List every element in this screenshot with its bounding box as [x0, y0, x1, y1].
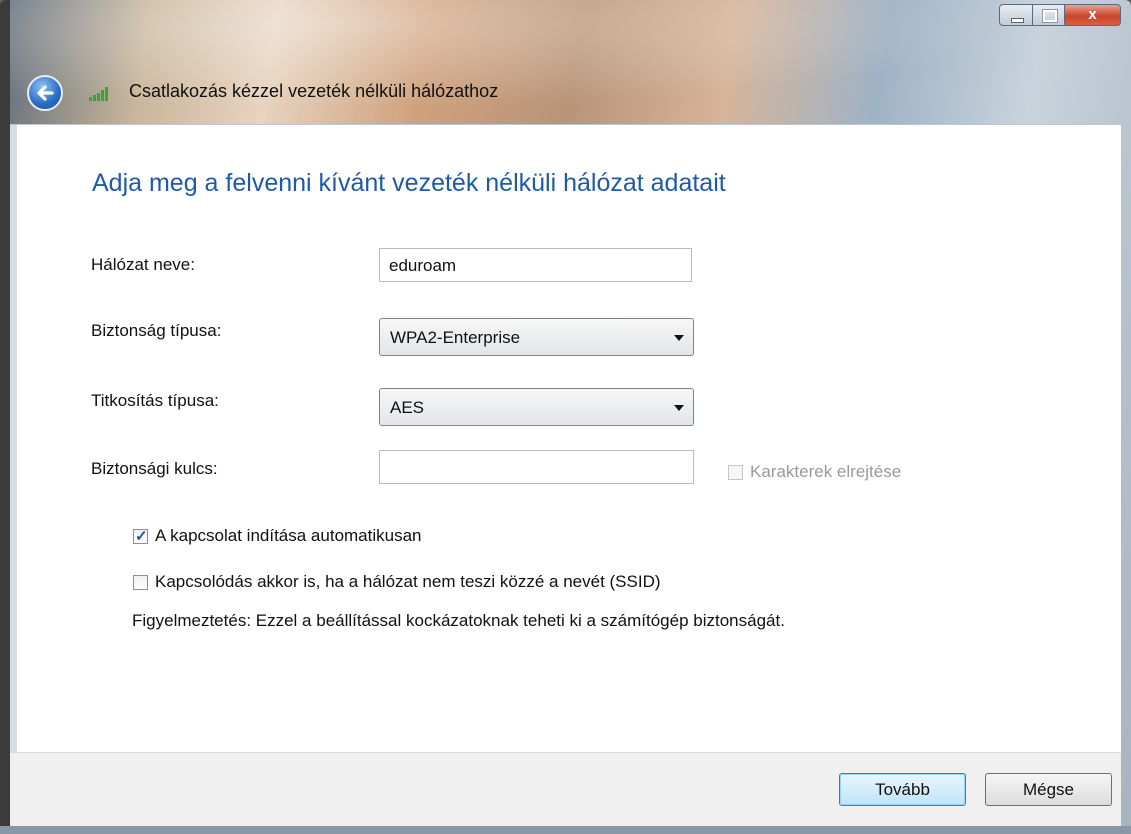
maximize-icon	[1042, 9, 1058, 23]
close-button[interactable]: x	[1065, 4, 1121, 26]
dialog-window: x Csatlakozás kézzel vezeték nélküli hál…	[0, 0, 1131, 834]
dialog-content: Adja meg a felvenni kívánt vezeték nélkü…	[10, 124, 1121, 753]
hide-characters-checkbox[interactable]	[728, 464, 743, 480]
hidden-ssid-label: Kapcsolódás akkor is, ha a hálózat nem t…	[155, 572, 661, 591]
hidden-ssid-option[interactable]: Kapcsolódás akkor is, ha a hálózat nem t…	[133, 572, 661, 592]
network-name-label: Hálózat neve:	[91, 255, 195, 274]
encryption-type-value: AES	[390, 398, 425, 417]
auto-start-checkbox[interactable]: ✓	[133, 527, 148, 545]
next-button[interactable]: Tovább	[839, 773, 966, 806]
wireless-signal-icon	[89, 87, 108, 101]
security-key-input[interactable]	[379, 450, 694, 484]
minimize-button[interactable]	[999, 4, 1033, 26]
back-arrow-icon	[37, 85, 54, 101]
back-button[interactable]	[27, 75, 63, 111]
warning-text: Figyelmeztetés: Ezzel a beállítással koc…	[132, 611, 785, 630]
hide-characters-label: Karakterek elrejtése	[750, 462, 902, 481]
security-type-dropdown[interactable]: WPA2-Enterprise	[379, 318, 694, 356]
hide-characters-option[interactable]: Karakterek elrejtése	[728, 462, 901, 482]
encryption-type-dropdown[interactable]: AES	[379, 388, 694, 426]
left-edge-bar	[10, 125, 17, 753]
encryption-type-label: Titkosítás típusa:	[91, 391, 219, 410]
window-controls: x	[999, 4, 1121, 26]
dialog-footer: Tovább Mégse	[10, 752, 1121, 834]
network-name-input[interactable]: eduroam	[379, 248, 692, 282]
maximize-button[interactable]	[1033, 4, 1065, 26]
auto-start-label: A kapcsolat indítása automatikusan	[155, 526, 422, 545]
dropdown-arrow-icon	[674, 335, 684, 341]
security-type-value: WPA2-Enterprise	[390, 328, 521, 347]
page-heading: Adja meg a felvenni kívánt vezeték nélkü…	[92, 169, 726, 197]
cancel-button[interactable]: Mégse	[985, 773, 1112, 806]
checkmark-icon: ✓	[135, 527, 148, 545]
window-title: Csatlakozás kézzel vezeték nélküli hálóz…	[129, 81, 499, 101]
security-type-label: Biztonság típusa:	[91, 321, 222, 340]
auto-start-option[interactable]: ✓ A kapcsolat indítása automatikusan	[133, 526, 422, 546]
window-frame-left	[0, 0, 10, 834]
window-frame-bottom	[0, 826, 1131, 834]
minimize-icon	[1011, 18, 1024, 23]
dropdown-arrow-icon	[674, 405, 684, 411]
hidden-ssid-checkbox[interactable]	[133, 574, 148, 590]
security-key-label: Biztonsági kulcs:	[91, 459, 218, 478]
